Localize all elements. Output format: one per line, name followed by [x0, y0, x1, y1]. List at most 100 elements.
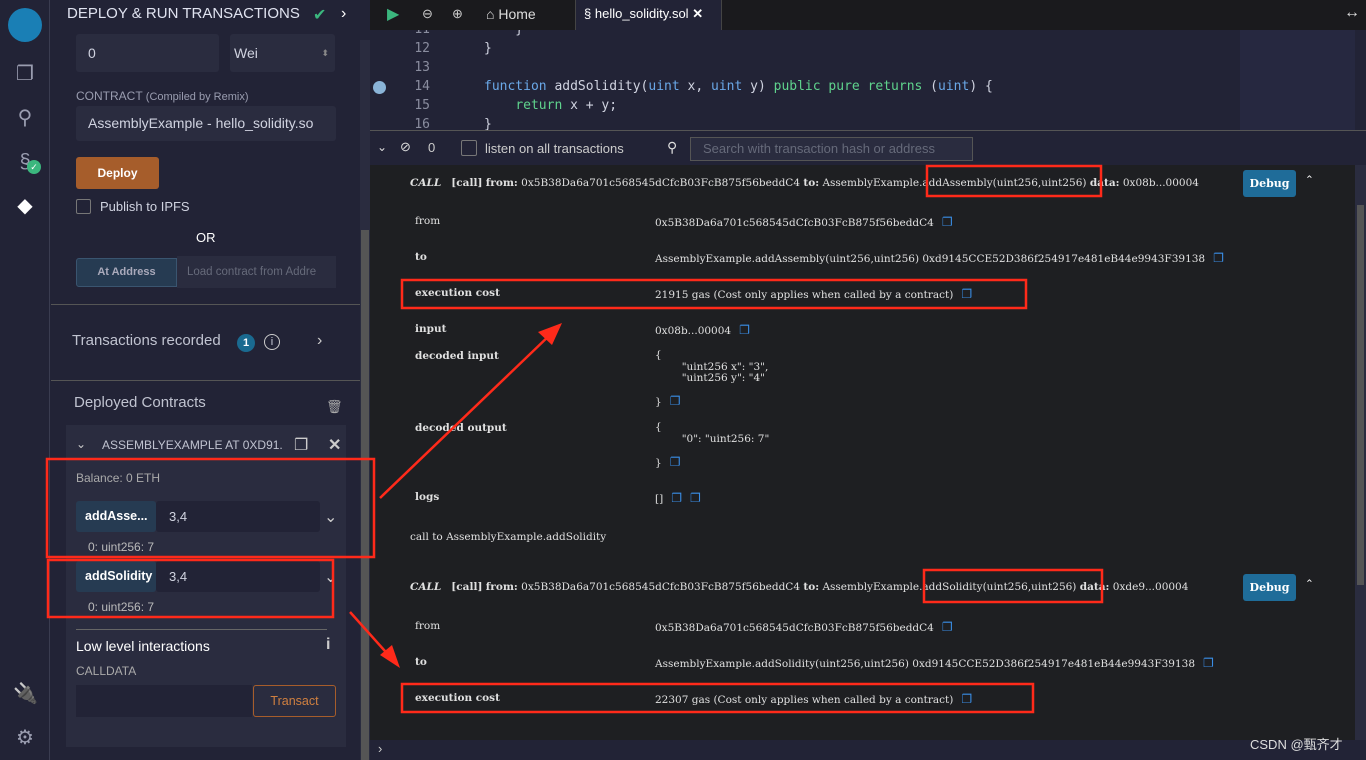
debug-button[interactable]: Debug [1243, 574, 1296, 601]
address-input[interactable]: Load contract from Addre [177, 256, 336, 288]
transactions-recorded-label[interactable]: Transactions recorded [72, 332, 221, 349]
copy-icon[interactable]: ❐ [1213, 251, 1224, 265]
chevron-up-icon[interactable]: ⌃ [1305, 174, 1314, 186]
publish-label: Publish to IPFS [100, 199, 190, 214]
code-editor[interactable]: 11 } 12} 13 14 function addSolidity(uint x, … [370, 30, 1366, 130]
info-icon[interactable]: i [264, 334, 280, 350]
copy-icon[interactable]: ❐ [671, 491, 682, 505]
minimap[interactable] [1240, 30, 1355, 130]
unit-select[interactable]: Wei ⬍ [230, 34, 335, 72]
to-label: to: [803, 581, 820, 593]
function-button-addsolidity[interactable]: addSolidity [76, 561, 156, 592]
deployed-contracts-label: Deployed Contracts [74, 394, 206, 411]
or-label: OR [196, 230, 216, 245]
calldata-input[interactable] [76, 685, 252, 717]
at-address-button[interactable]: At Address [76, 258, 177, 287]
row-value: AssemblyExample.addAssembly(uint256,uint… [655, 251, 1224, 265]
code-line: } [484, 41, 492, 56]
transact-button[interactable]: Transact [253, 685, 336, 717]
listen-checkbox[interactable] [461, 140, 477, 156]
breakpoint-icon[interactable] [373, 81, 386, 94]
divider [51, 304, 360, 305]
unit-value: Wei [234, 45, 258, 61]
chevron-right-icon[interactable]: › [341, 5, 346, 23]
side-panel-scrollbar[interactable] [360, 40, 370, 760]
zoom-out-icon[interactable]: ⊖ [422, 6, 433, 22]
chevron-down-icon[interactable]: ⌄ [324, 567, 337, 587]
trash-icon[interactable]: 🗑 [326, 399, 343, 415]
remix-logo-icon[interactable] [8, 8, 42, 42]
line-number: 14 [414, 79, 430, 94]
row-value: 21915 gas (Cost only applies when called… [655, 287, 973, 301]
close-tab-icon[interactable]: ✕ [692, 6, 703, 21]
row-key: input [415, 323, 447, 335]
copy-icon[interactable]: ❐ [690, 491, 701, 505]
row-value: 0x5B38Da6a701c568545dCfcB03FcB875f56bedd… [655, 215, 953, 229]
chevron-down-icon[interactable]: ⌄ [76, 437, 86, 451]
check-icon: ✔ [313, 7, 327, 24]
tab-home[interactable]: ⌂ Home [486, 0, 536, 30]
row-key: execution cost [415, 692, 500, 704]
expand-icon[interactable]: ↔ [1344, 4, 1360, 22]
file-explorer-icon[interactable]: ❐ [13, 62, 37, 86]
search-icon: ⚲ [667, 139, 678, 155]
copy-icon[interactable]: ❐ [670, 455, 681, 469]
chevron-up-icon[interactable]: ⌃ [1305, 578, 1314, 590]
copy-icon[interactable]: ❐ [942, 620, 953, 634]
clear-icon[interactable]: ⊘ [400, 139, 411, 155]
close-icon[interactable]: ✕ [328, 435, 341, 455]
contract-label: CONTRACT [76, 89, 143, 103]
collapse-icon[interactable]: ⌄ [377, 140, 387, 154]
contract-select[interactable]: AssemblyExample - hello_solidity.so [76, 106, 336, 141]
run-icon[interactable]: ▶ [387, 4, 399, 24]
debug-button[interactable]: Debug [1243, 170, 1296, 197]
terminal-output: CALL [call] from: 0x5B38Da6a701c568545dC… [370, 165, 1355, 740]
function-arg-input[interactable]: 3,4 [156, 501, 320, 532]
tx-summary[interactable]: CALL [call] from: 0x5B38Da6a701c568545dC… [410, 581, 1188, 593]
publish-checkbox[interactable] [76, 199, 91, 214]
row-key: decoded input [415, 350, 499, 362]
chevron-down-icon[interactable]: ⌄ [324, 507, 337, 527]
chevron-right-icon[interactable]: › [317, 332, 322, 350]
terminal-prompt[interactable]: › [370, 740, 1366, 760]
function-button-addassembly[interactable]: addAsse... [76, 501, 156, 532]
copy-icon[interactable]: ❐ [942, 215, 953, 229]
terminal-scrollbar[interactable] [1355, 165, 1366, 740]
row-key: to [415, 251, 427, 263]
zoom-in-icon[interactable]: ⊕ [452, 6, 463, 22]
row-value: AssemblyExample.addSolidity(uint256,uint… [655, 656, 1214, 670]
copy-icon[interactable]: ❐ [739, 323, 750, 337]
function-arg-input[interactable]: 3,4 [156, 561, 320, 592]
tab-home-label: Home [498, 6, 536, 22]
deploy-button[interactable]: Deploy [76, 157, 159, 189]
tab-file-label: hello_solidity.sol [594, 6, 689, 21]
copy-icon[interactable]: ❐ [961, 692, 972, 706]
tab-hello-solidity[interactable]: § hello_solidity.sol ✕ [575, 0, 722, 30]
from-label: from: [485, 581, 518, 593]
code-line: } [484, 30, 523, 37]
copy-icon[interactable]: ❐ [1203, 656, 1214, 670]
copy-icon[interactable]: ❐ [294, 435, 308, 455]
search-icon[interactable]: ⚲ [13, 106, 37, 130]
function-output: 0: uint256: 7 [88, 540, 155, 554]
data-value: 0xde9...00004 [1112, 581, 1189, 593]
info-icon[interactable]: i [326, 636, 330, 654]
calldata-label: CALLDATA [76, 664, 137, 678]
data-label: data: [1079, 581, 1110, 593]
transaction-search-input[interactable]: Search with transaction hash or address [690, 137, 973, 161]
prompt-icon: › [378, 741, 383, 756]
tx-summary[interactable]: CALL [call] from: 0x5B38Da6a701c568545dC… [410, 177, 1199, 189]
balance: Balance: 0 ETH [76, 471, 161, 485]
line-number: 12 [414, 41, 430, 56]
line-number: 11 [400, 30, 430, 37]
copy-icon[interactable]: ❐ [670, 394, 681, 408]
deploy-icon[interactable]: ◆ [13, 194, 37, 218]
settings-icon[interactable]: ⚙ [13, 726, 37, 750]
copy-icon[interactable]: ❐ [961, 287, 972, 301]
data-value: 0x08b...00004 [1122, 177, 1199, 189]
compiler-icon[interactable]: § ✓ [13, 150, 41, 174]
value-input[interactable]: 0 [76, 34, 219, 72]
from-address: 0x5B38Da6a701c568545dCfcB03FcB875f56bedd… [521, 581, 801, 593]
low-level-label: Low level interactions [76, 638, 210, 654]
plugin-icon[interactable]: 🔌 [13, 682, 38, 706]
